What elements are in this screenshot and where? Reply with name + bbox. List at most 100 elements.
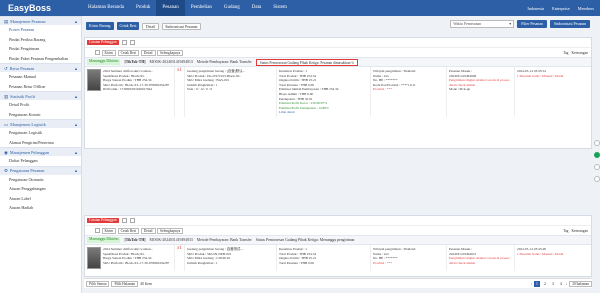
sidebar-section-logistics[interactable]: ▭ Manajemen Logistik ▴ [0,119,81,128]
detail-button[interactable]: Detail [142,22,159,30]
sidebar-item[interactable]: Proses Pesanan [0,25,81,35]
order-id[interactable]: MOOK-2024031419494833 [150,238,193,242]
product-image[interactable] [87,247,101,269]
product-col: 2024 Summer chiffon skirt women... Spesi… [85,67,175,117]
payment-method: Metode Pembayaran: Bank Transfer [196,60,252,64]
select-page-button[interactable]: Pilih Halaman [111,280,139,287]
filter-order-button[interactable]: Filter Pesanan [517,20,547,28]
sidebar-item[interactable]: Pindai Paket Pesanan Pengembalian [0,54,81,64]
view-detail-link[interactable]: Lihat detail [279,110,368,115]
member-link[interactable]: Members [578,6,594,11]
print-waybill-order-button[interactable]: Cetak Resi [117,49,140,56]
sidebar-item[interactable]: Aturan Label [0,194,81,204]
sidebar-item[interactable]: Alamat Pengirim/Penerima [0,138,81,148]
copy-icon[interactable] [121,218,127,223]
region-select[interactable]: Indonesia [527,6,544,11]
select-all-button[interactable]: Pilih Semua [86,280,110,287]
app-logo[interactable]: EasyBoss [0,0,82,16]
card-top: Catatan Pelanggan [85,38,591,47]
settings-icon[interactable] [593,164,600,170]
user-icon: ◉ [4,149,8,155]
chat-icon[interactable] [593,152,600,158]
sidebar-section-settings[interactable]: ⚙ Pengaturan Pesanan ▴ [0,165,81,175]
sidebar-item[interactable]: Pesanan Retur Offline [0,82,81,92]
nav-item-pesanan[interactable]: Pesanan [156,0,185,16]
per-page-select[interactable]: 20/halaman [569,280,592,287]
toolbar-right: Waktu Pemesanan ▾ Filter Pesanan Sinkroni… [450,20,590,28]
sidebar-section-customers[interactable]: ◉ Manajemen Pelanggan ▴ [0,147,81,156]
warehouse-status-box[interactable]: Status Pemrosesan Gudang Pihak Ketiga: P… [255,58,359,66]
sync-orders-button[interactable]: Sinkronisasi Pesanan [549,20,590,28]
order-columns: 2024 Summer chiffon skirt women... Spesi… [85,67,591,117]
top-icon[interactable] [593,176,600,182]
chevron-up-icon: ▴ [74,121,77,127]
more-actions-button[interactable]: Selengkapnya [157,49,184,56]
sidebar-item[interactable]: Pengaturan Logistik [0,128,81,138]
tag-button[interactable]: Tag [563,229,568,233]
issue-remark[interactable]: 1 Masalah Ganti / Manuel / Detail [517,74,589,79]
ship-qty: Jumlah Pengiriman : 1 [187,260,218,265]
customer-note-badge: Catatan Pelanggan [87,39,119,46]
gear-icon: ⚙ [4,168,8,173]
sync-order-button[interactable]: Sinkronisasi Pesanan [161,22,201,30]
copy-icon[interactable] [121,40,127,45]
order-id[interactable]: MOOK-2024031419494813 [150,60,193,64]
sidebar-section-orders[interactable]: ▤ Manajemen Pesanan ▴ [0,16,81,25]
print-waybill-button[interactable]: Cetak Resi [116,22,140,30]
nav-item-home[interactable]: Halaman Beranda [82,0,130,16]
select-checkbox[interactable] [95,50,100,55]
ship-order-button[interactable]: Kirim [101,49,117,56]
nav-item-sistem[interactable]: Sistem [267,0,293,16]
page-3[interactable]: 3 [550,281,556,287]
payment-method: Metode Pembayaran: Bank Transfer [196,238,252,242]
finance-col: Kuantitas Produk : 1 Total Produk : THB … [277,67,371,117]
order-actions: Kirim Cetak Resi Detail Selengkapnya Tag… [85,225,591,235]
page-2[interactable]: 2 [542,281,548,287]
product-image[interactable] [87,69,101,91]
remark-button[interactable]: Keterangan [571,51,588,55]
stock: Stok : 0 / 12 / 0 / 0 [187,87,213,92]
top-right: Indonesia Enterprise Members [527,0,594,16]
select-checkbox[interactable] [95,228,100,233]
remark-button[interactable]: Keterangan [571,229,588,233]
page-1[interactable]: 1 [533,280,540,287]
order-detail-button[interactable]: Detail [140,227,156,234]
order-info-col: Pesanan Masuk : 2024031419494972 Pengiri… [447,245,515,271]
order-header: Manunggu Dikirim [TikTok-TH] MOOK-202403… [85,57,591,67]
help-icon[interactable] [593,140,600,146]
sidebar-item[interactable]: Pindai Periksa Barang [0,35,81,45]
nav-item-data[interactable]: Data [246,0,267,16]
ship-button[interactable]: Kirim Barang [86,22,114,30]
order-time-select[interactable]: Waktu Pemesanan ▾ [450,20,515,28]
more-actions-button[interactable]: Selengkapnya [157,227,184,234]
edit-icon[interactable] [129,40,135,45]
sidebar-section-profit[interactable]: ▥ Statistik Profit ▴ [0,91,81,100]
sidebar-section-returns[interactable]: ↺ Retur Pesanan ▴ [0,63,81,72]
nav-item-pembelian[interactable]: Pembelian [185,0,218,16]
nav-item-gudang[interactable]: Gudang [218,0,246,16]
print-waybill-order-button[interactable]: Cetak Resi [117,227,140,234]
sidebar-item[interactable]: Pindai Pengiriman [0,44,81,54]
sidebar-item[interactable]: Aturan Hadiah [0,203,81,213]
chevron-down-icon: ▾ [509,22,512,26]
sidebar-item[interactable]: Daftar Pelanggan [0,156,81,166]
sidebar-item[interactable]: Pesanan Manual [0,72,81,82]
next-page-icon[interactable]: › [566,282,567,286]
order-detail-button[interactable]: Detail [140,49,156,56]
page-4[interactable]: 4 [558,281,564,287]
sidebar-item[interactable]: Aturan Penggabungan [0,184,81,194]
edit-icon[interactable] [129,218,135,223]
ship-order-button[interactable]: Kirim [101,227,117,234]
issue-remark[interactable]: 1 Masalah Ganti / Manuel / Detail [517,252,589,257]
tag-button[interactable]: Tag [563,51,568,55]
sidebar-item[interactable]: Detail Profit [0,100,81,110]
main-content: Kirim Barang Cetak Resi Detail Sinkronis… [84,16,592,293]
refresh-icon[interactable]: ↻ [351,61,354,65]
status-tag: Manunggu Dikirim [87,59,121,65]
sidebar-item[interactable]: Pengaturan Otomatis [0,175,81,185]
sidebar-item[interactable]: Pengaturan Komisi [0,110,81,120]
product-col: 2024 Summer chiffon skirt women... Spesi… [85,245,175,271]
prev-page-icon[interactable]: ‹ [531,282,532,286]
nav-item-produk[interactable]: Produk [130,0,156,16]
enterprise-link[interactable]: Enterprise [552,6,570,11]
